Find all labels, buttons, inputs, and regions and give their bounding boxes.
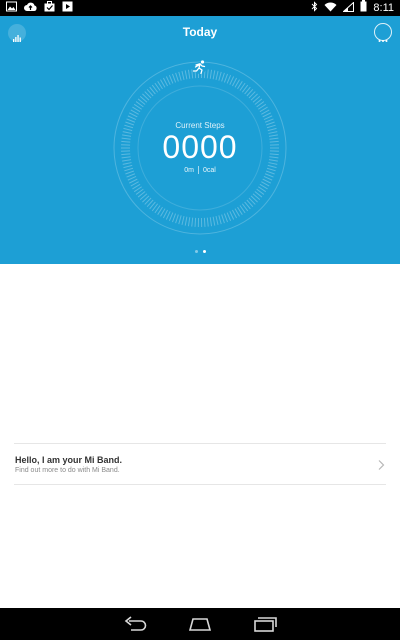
mi-band-card[interactable]: Hello, I am your Mi Band. Find out more …: [14, 443, 386, 485]
navigation-bar: [0, 608, 400, 640]
band-card-title: Hello, I am your Mi Band.: [15, 455, 123, 465]
ring-tick: [223, 73, 229, 83]
ring-tick: [262, 178, 271, 184]
ring-tick: [209, 217, 213, 227]
ring-tick: [165, 76, 171, 85]
ring-tick: [175, 214, 179, 224]
ring-tick: [218, 215, 222, 225]
page-title: Today: [182, 25, 218, 39]
more-button[interactable]: [374, 23, 392, 42]
ring-tick: [264, 173, 274, 178]
ring-tick: [218, 71, 222, 81]
play-icon: [62, 0, 73, 17]
ring-tick: [171, 73, 177, 83]
bluetooth-icon: [311, 0, 318, 17]
ring-tick: [175, 72, 179, 82]
ring-tick: [262, 112, 271, 118]
ring-tick: [178, 71, 182, 81]
ring-tick: [126, 173, 136, 178]
steps-panel[interactable]: Today Current Steps 0000 0m 0cal: [0, 16, 400, 264]
ring-tick: [129, 178, 138, 184]
recent-apps-icon: [250, 617, 280, 637]
ring-tick: [215, 70, 219, 80]
ring-tick: [187, 217, 191, 227]
steps-summary: 0m 0cal: [0, 166, 400, 174]
status-system: 8:11: [311, 0, 394, 17]
ring-tick: [212, 216, 216, 226]
briefcase-icon: [44, 0, 55, 17]
battery-icon: [360, 0, 367, 17]
page-dot-active[interactable]: [202, 250, 206, 253]
running-icon: [192, 60, 208, 79]
back-button[interactable]: [120, 615, 150, 633]
mi-fit-screen: 8:11 Today Current Steps 0000 0m 0cal He…: [0, 0, 400, 640]
summary-divider: [197, 166, 199, 174]
steps-count: 0000: [162, 129, 238, 165]
status-time: 8:11: [373, 2, 394, 14]
ring-tick: [226, 212, 232, 222]
ring-tick: [181, 216, 185, 226]
ring-tick: [226, 74, 232, 84]
recent-apps-button[interactable]: [250, 615, 280, 633]
ring-tick: [184, 216, 188, 226]
ring-tick: [181, 70, 185, 80]
chevron-right-icon: [376, 458, 386, 470]
ring-tick: [263, 115, 273, 120]
ring-tick: [263, 176, 273, 181]
ring-tick: [229, 211, 235, 220]
ring-tick: [212, 70, 216, 80]
ring-tick: [165, 211, 171, 220]
ring-tick: [206, 217, 209, 227]
page-indicator: [0, 250, 400, 253]
ring-tick: [221, 214, 225, 224]
status-notifications: [6, 0, 73, 17]
ring-tick: [221, 72, 225, 82]
ring-tick: [223, 213, 229, 223]
signal-icon: [342, 0, 355, 17]
ring-tick: [127, 176, 137, 181]
ring-tick: [191, 217, 194, 227]
home-icon: [185, 618, 215, 637]
ring-tick: [194, 217, 197, 227]
ring-tick: [168, 74, 174, 84]
calories-value: 0cal: [202, 166, 216, 174]
more-icon: [378, 30, 388, 48]
ring-tick: [187, 69, 191, 79]
ring-tick: [229, 76, 235, 85]
ring-tick: [168, 212, 174, 222]
ring-tick: [171, 213, 177, 223]
band-card-subtitle: Find out more to do with Mi Band.: [15, 467, 120, 474]
wifi-icon: [324, 0, 337, 17]
distance-value: 0m: [184, 166, 194, 174]
ring-tick: [203, 217, 206, 227]
ring-tick: [129, 112, 138, 118]
image-icon: [6, 0, 17, 17]
status-bar: 8:11: [0, 0, 400, 16]
home-button[interactable]: [185, 615, 215, 633]
ring-tick: [178, 215, 182, 225]
ring-tick: [209, 69, 213, 79]
cloud-upload-icon: [24, 0, 37, 17]
ring-tick: [215, 216, 219, 226]
ring-tick: [127, 115, 137, 120]
ring-tick: [184, 70, 188, 80]
page-dot[interactable]: [194, 250, 198, 253]
back-icon: [120, 616, 150, 637]
